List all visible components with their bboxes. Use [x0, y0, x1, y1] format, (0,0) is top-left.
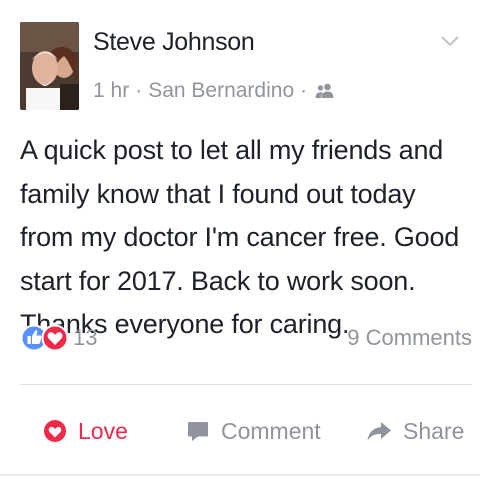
reactions-bar[interactable]: 13 9 Comments	[20, 321, 472, 357]
friends-icon[interactable]	[315, 83, 334, 99]
author-name[interactable]: Steve Johnson	[93, 28, 255, 57]
feed-post: Steve Johnson 1 hr · San Bernardino · A …	[0, 0, 480, 480]
love-outline-icon	[43, 419, 67, 443]
comment-label: Comment	[221, 417, 321, 444]
comment-icon	[186, 419, 210, 443]
share-button[interactable]: Share	[366, 408, 464, 454]
post-time[interactable]: 1 hr	[93, 79, 129, 103]
share-label: Share	[403, 417, 465, 444]
chevron-down-icon[interactable]	[440, 34, 460, 48]
reaction-icons[interactable]	[20, 321, 80, 357]
post-location[interactable]: San Bernardino	[148, 79, 294, 103]
comments-count-link[interactable]: 9 Comments	[347, 325, 472, 351]
meta-separator: ·	[300, 79, 308, 102]
post-actions: Love Comment Share	[0, 408, 480, 456]
avatar[interactable]	[20, 22, 79, 110]
post-body-text: A quick post to let all my friends and f…	[20, 135, 460, 339]
comment-button[interactable]: Comment	[186, 408, 321, 454]
post-header: Steve Johnson 1 hr · San Bernardino ·	[20, 22, 466, 112]
divider	[20, 384, 472, 385]
reaction-count[interactable]: 13	[73, 325, 97, 351]
love-button[interactable]: Love	[43, 408, 128, 454]
love-label: Love	[78, 417, 128, 444]
post-meta: 1 hr · San Bernardino ·	[93, 79, 334, 103]
post-bottom-border	[0, 474, 480, 476]
meta-separator: ·	[135, 79, 143, 102]
share-icon	[366, 419, 392, 443]
